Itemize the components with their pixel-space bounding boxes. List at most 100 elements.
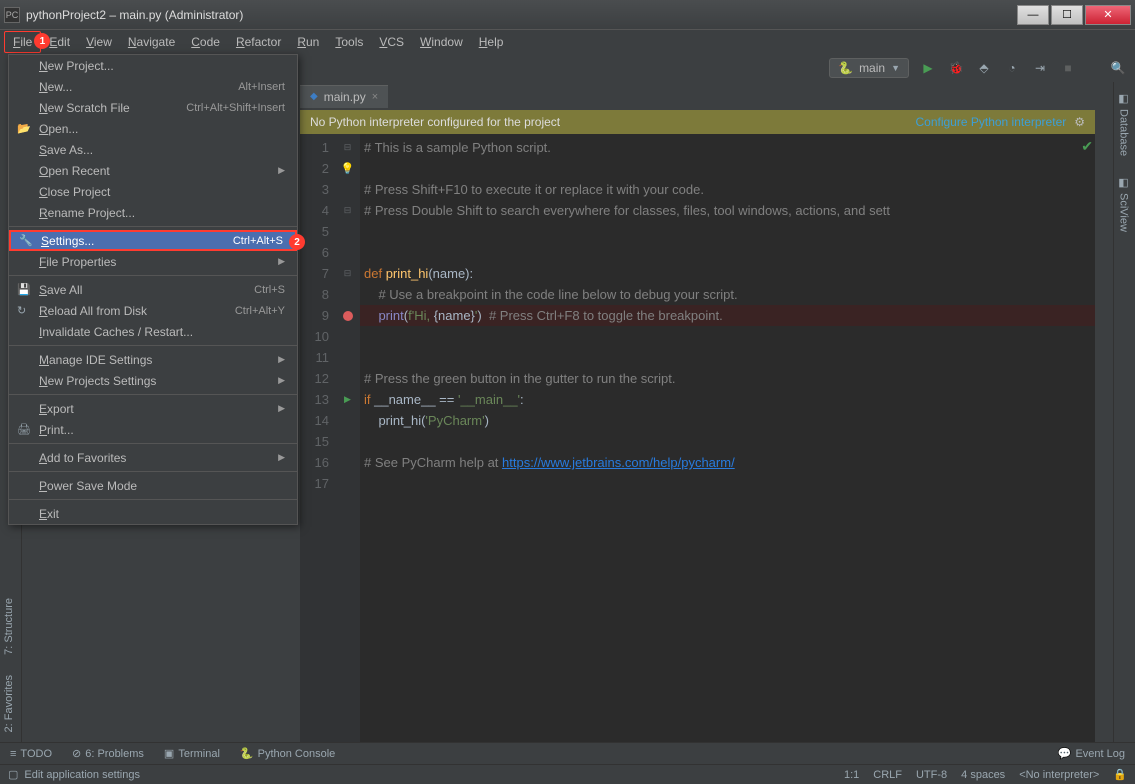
gutter-mark[interactable] — [335, 347, 360, 368]
file-menu-new[interactable]: New...Alt+Insert — [9, 76, 297, 97]
tool-window-6-problems[interactable]: ⊘6: Problems — [72, 747, 144, 760]
close-tab-icon[interactable]: × — [372, 91, 378, 103]
code-line[interactable] — [360, 473, 1095, 494]
gutter-mark[interactable] — [335, 179, 360, 200]
code-line[interactable] — [360, 347, 1095, 368]
run-button[interactable]: ▶ — [919, 59, 937, 77]
code-line[interactable] — [360, 158, 1095, 179]
tool-window-database[interactable]: ◧Database — [1114, 82, 1133, 166]
search-everywhere-button[interactable]: 🔍 — [1109, 59, 1127, 77]
code-line[interactable]: # Press Double Shift to search everywher… — [360, 200, 1095, 221]
tool-window-sciview[interactable]: ◧SciView — [1114, 166, 1133, 242]
gutter-mark[interactable]: ⊟ — [335, 200, 360, 221]
code-line[interactable]: # This is a sample Python script. — [360, 137, 1095, 158]
file-menu-print[interactable]: 🖨Print... — [9, 419, 297, 440]
menu-view[interactable]: View — [78, 32, 120, 52]
file-menu-power-save-mode[interactable]: Power Save Mode — [9, 475, 297, 496]
gutter-mark[interactable]: ⊟ — [335, 137, 360, 158]
menu-vcs[interactable]: VCS — [371, 32, 412, 52]
tool-window-python-console[interactable]: 🐍Python Console — [240, 747, 335, 760]
attach-button[interactable]: ⇥ — [1031, 59, 1049, 77]
file-menu-new-scratch-file[interactable]: New Scratch FileCtrl+Alt+Shift+Insert — [9, 97, 297, 118]
code-line[interactable]: # Use a breakpoint in the code line belo… — [360, 284, 1095, 305]
file-menu-rename-project[interactable]: Rename Project... — [9, 202, 297, 223]
file-menu-save-all[interactable]: 💾Save AllCtrl+S — [9, 279, 297, 300]
status-indicator[interactable]: CRLF — [873, 769, 902, 781]
run-gutter-icon[interactable]: ▶ — [344, 394, 351, 405]
menu-tools[interactable]: Tools — [327, 32, 371, 52]
gutter-marks[interactable]: ⊟ 💡 ⊟ ⊟ ▶ — [335, 134, 360, 742]
file-menu-new-projects-settings[interactable]: New Projects Settings▶ — [9, 370, 297, 391]
file-menu-settings[interactable]: 🔧Settings...Ctrl+Alt+S2 — [9, 230, 297, 251]
fold-icon[interactable]: ⊟ — [344, 205, 352, 216]
gutter-mark[interactable]: ⊟ — [335, 263, 360, 284]
file-menu-open-recent[interactable]: Open Recent▶ — [9, 160, 297, 181]
debug-button[interactable]: 🐞 — [947, 59, 965, 77]
code-line[interactable] — [360, 326, 1095, 347]
code-editor[interactable]: 1234567891011121314151617 ⊟💡⊟⊟▶ # This i… — [300, 134, 1095, 742]
file-menu-export[interactable]: Export▶ — [9, 398, 297, 419]
breakpoint-icon[interactable] — [343, 311, 353, 321]
code-area[interactable]: # This is a sample Python script. # Pres… — [360, 134, 1095, 742]
event-log-button[interactable]: 💬Event Log — [1058, 747, 1125, 760]
menu-run[interactable]: Run — [289, 32, 327, 52]
code-line[interactable]: print_hi('PyCharm') — [360, 410, 1095, 431]
file-menu-file-properties[interactable]: File Properties▶ — [9, 251, 297, 272]
configure-interpreter-link[interactable]: Configure Python interpreter — [915, 115, 1066, 129]
status-indicator[interactable]: UTF-8 — [916, 769, 947, 781]
file-menu-close-project[interactable]: Close Project — [9, 181, 297, 202]
code-line[interactable]: # Press the green button in the gutter t… — [360, 368, 1095, 389]
code-line[interactable] — [360, 242, 1095, 263]
run-with-coverage-button[interactable]: ⬘ — [975, 59, 993, 77]
code-line[interactable]: if __name__ == '__main__': — [360, 389, 1095, 410]
gutter-mark[interactable]: ▶ — [335, 389, 360, 410]
gutter-mark[interactable] — [335, 284, 360, 305]
code-line[interactable]: # See PyCharm help at https://www.jetbra… — [360, 452, 1095, 473]
tool-window-toggle-icon[interactable]: ▢ — [8, 768, 18, 781]
stop-button[interactable]: ■ — [1059, 59, 1077, 77]
status-indicator[interactable]: <No interpreter> — [1019, 769, 1099, 781]
gear-icon[interactable]: ⚙ — [1074, 115, 1085, 129]
menu-edit[interactable]: Edit — [41, 32, 78, 52]
menu-code[interactable]: Code — [183, 32, 228, 52]
gutter-mark[interactable] — [335, 473, 360, 494]
maximize-button[interactable]: ☐ — [1051, 5, 1083, 25]
gutter-mark[interactable] — [335, 326, 360, 347]
file-menu-exit[interactable]: Exit — [9, 503, 297, 524]
gutter-mark[interactable] — [335, 452, 360, 473]
menu-file[interactable]: File1 — [4, 31, 41, 53]
menu-help[interactable]: Help — [471, 32, 512, 52]
gutter-mark[interactable] — [335, 410, 360, 431]
run-configuration-selector[interactable]: 🐍 main ▼ — [829, 58, 909, 78]
code-line[interactable]: print(f'Hi, {name}') # Press Ctrl+F8 to … — [360, 305, 1095, 326]
gutter-mark[interactable]: 💡 — [335, 158, 360, 179]
editor-tab-main-py[interactable]: ◆ main.py × — [300, 85, 388, 108]
gutter-mark[interactable] — [335, 242, 360, 263]
file-menu-open[interactable]: 📂Open... — [9, 118, 297, 139]
gutter-mark[interactable] — [335, 368, 360, 389]
minimize-button[interactable]: — — [1017, 5, 1049, 25]
file-menu-reload-all-from-disk[interactable]: ↻Reload All from DiskCtrl+Alt+Y — [9, 300, 297, 321]
lock-icon[interactable]: 🔒 — [1113, 768, 1127, 781]
file-menu-new-project[interactable]: New Project... — [9, 55, 297, 76]
close-button[interactable]: ✕ — [1085, 5, 1131, 25]
menu-window[interactable]: Window — [412, 32, 471, 52]
status-indicator[interactable]: 4 spaces — [961, 769, 1005, 781]
status-indicator[interactable]: 1:1 — [844, 769, 859, 781]
code-line[interactable]: def print_hi(name): — [360, 263, 1095, 284]
file-menu-add-to-favorites[interactable]: Add to Favorites▶ — [9, 447, 297, 468]
tool-window-2-favorites[interactable]: 2: Favorites — [0, 665, 21, 742]
menu-navigate[interactable]: Navigate — [120, 32, 183, 52]
fold-icon[interactable]: ⊟ — [344, 142, 352, 153]
code-line[interactable]: # Press Shift+F10 to execute it or repla… — [360, 179, 1095, 200]
file-menu-manage-ide-settings[interactable]: Manage IDE Settings▶ — [9, 349, 297, 370]
intention-bulb-icon[interactable]: 💡 — [341, 162, 355, 175]
profile-button[interactable]: ◔ — [1003, 59, 1021, 77]
tool-window-7-structure[interactable]: 7: Structure — [0, 588, 21, 665]
inspection-ok-icon[interactable]: ✔ — [1081, 138, 1093, 155]
file-menu-invalidate-caches-restart[interactable]: Invalidate Caches / Restart... — [9, 321, 297, 342]
tool-window-todo[interactable]: ≡TODO — [10, 748, 52, 760]
fold-icon[interactable]: ⊟ — [344, 268, 352, 279]
gutter-mark[interactable] — [335, 305, 360, 326]
gutter-mark[interactable] — [335, 431, 360, 452]
